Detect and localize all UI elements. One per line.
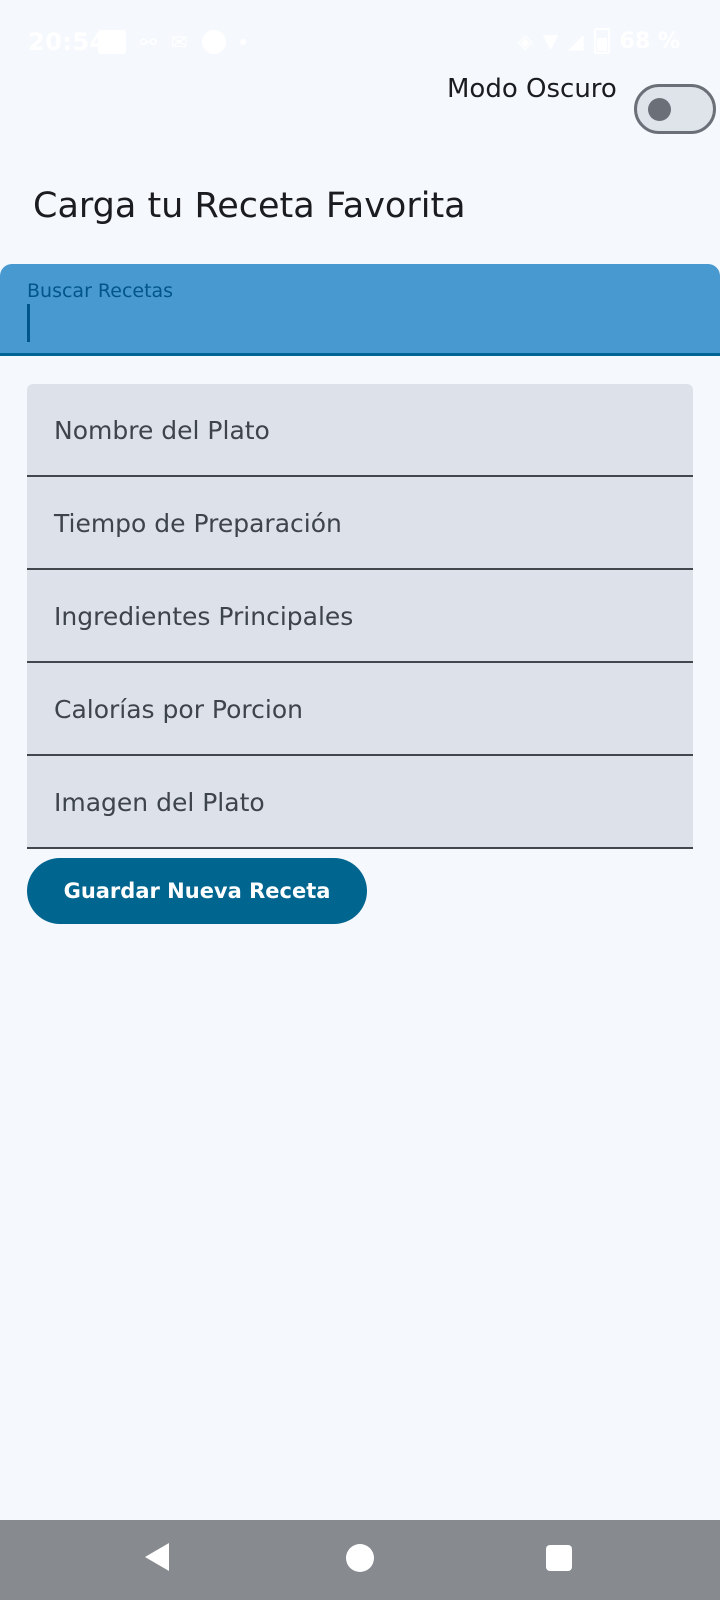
search-field[interactable]: Buscar Recetas [0, 264, 720, 356]
navigation-bar [0, 1520, 720, 1600]
text-cursor [27, 304, 30, 342]
dish-image-field[interactable]: Imagen del Plato [27, 756, 693, 849]
switch-thumb [648, 98, 671, 121]
search-input[interactable] [27, 306, 687, 342]
system-icons: ◈ ▼ ◢ 68 % [517, 28, 680, 54]
back-icon[interactable] [145, 1543, 169, 1571]
save-recipe-button[interactable]: Guardar Nueva Receta [27, 858, 367, 924]
mail-notification-icon: ✉ [170, 30, 188, 54]
field-label: Ingredientes Principales [54, 602, 354, 631]
field-label: Tiempo de Preparación [54, 509, 342, 538]
nfc-icon: ◈ [517, 29, 533, 53]
field-label: Imagen del Plato [54, 788, 265, 817]
dark-mode-label: Modo Oscuro [447, 74, 617, 104]
field-label: Calorías por Porcion [54, 695, 303, 724]
home-icon[interactable] [346, 1544, 374, 1572]
search-label: Buscar Recetas [27, 280, 174, 302]
main-ingredients-field[interactable]: Ingredientes Principales [27, 570, 693, 663]
recents-icon[interactable] [546, 1545, 572, 1571]
dish-name-field[interactable]: Nombre del Plato [27, 384, 693, 477]
calories-per-serving-field[interactable]: Calorías por Porcion [27, 663, 693, 756]
battery-percent: 68 % [619, 28, 680, 54]
more-notifications-icon [239, 39, 246, 45]
transit-notification-icon: ⚯ [140, 30, 157, 54]
app-notification-icon [201, 30, 226, 54]
signal-icon: ◢ [568, 29, 584, 53]
prep-time-field[interactable]: Tiempo de Preparación [27, 477, 693, 570]
wifi-icon: ▼ [542, 29, 559, 53]
page-title: Carga tu Receta Favorita [33, 186, 466, 226]
battery-icon [593, 28, 610, 54]
recipe-form: Nombre del Plato Tiempo de Preparación I… [27, 384, 693, 849]
field-label: Nombre del Plato [54, 416, 270, 445]
status-time: 20:54 [28, 28, 107, 56]
notification-icons: ⚯ ✉ [98, 30, 246, 54]
dark-mode-switch[interactable] [634, 84, 716, 134]
image-notification-icon [98, 30, 126, 54]
